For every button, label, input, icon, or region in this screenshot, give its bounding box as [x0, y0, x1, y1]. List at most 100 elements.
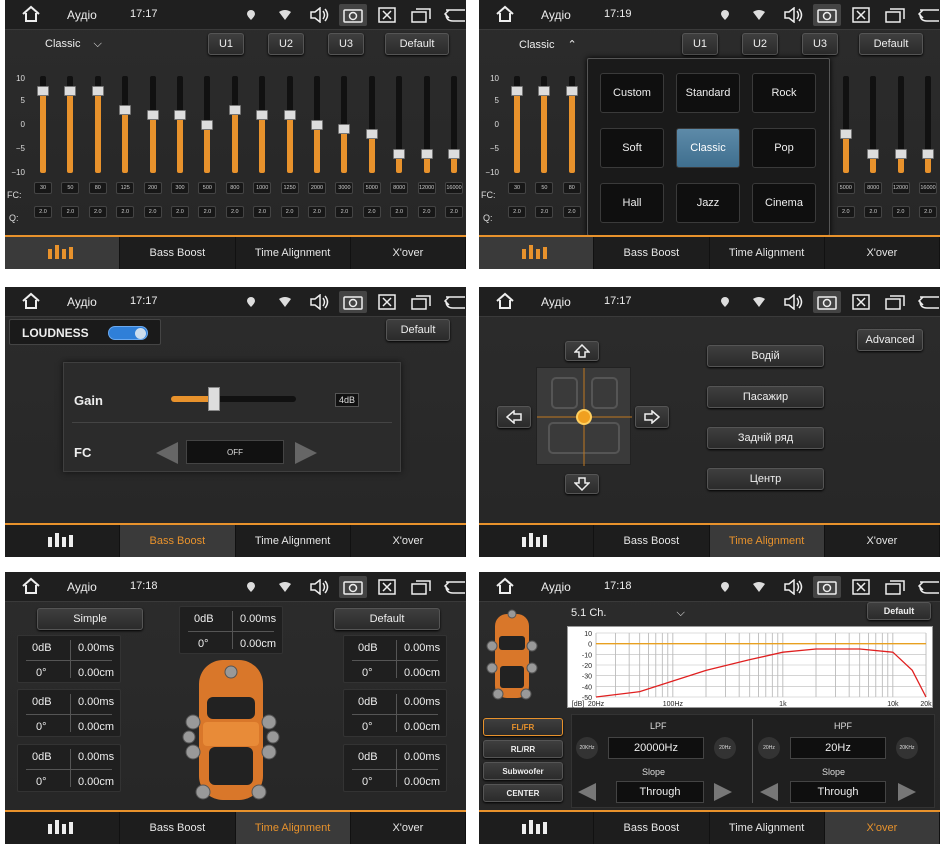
tab-equalizer[interactable]	[5, 237, 121, 269]
q-cell[interactable]: 2.0	[390, 206, 409, 218]
q-cell[interactable]: 2.0	[417, 206, 436, 218]
slider-knob[interactable]	[867, 148, 880, 159]
tab-xover[interactable]: X'over	[825, 237, 940, 269]
home-icon[interactable]	[495, 577, 515, 600]
preset-option[interactable]: Cinema	[752, 183, 816, 223]
q-cell[interactable]: 2.0	[445, 206, 463, 218]
q-cell[interactable]: 2.0	[864, 206, 883, 218]
fc-cell[interactable]: 300	[171, 182, 189, 194]
channel-button[interactable]: RL/RR	[483, 740, 563, 758]
tab-time-alignment[interactable]: Time Alignment	[710, 237, 825, 269]
back-icon[interactable]	[915, 4, 940, 26]
preset-option[interactable]: Soft	[600, 128, 664, 168]
u2-button[interactable]: U2	[742, 33, 778, 55]
eq-band-slider[interactable]	[228, 76, 241, 173]
windows-icon[interactable]	[881, 576, 909, 598]
back-icon[interactable]	[915, 291, 940, 313]
tab-time-alignment[interactable]: Time Alignment	[236, 237, 351, 269]
close-icon[interactable]	[373, 4, 401, 26]
eq-band-slider[interactable]	[420, 76, 433, 173]
fc-cell[interactable]: 16000	[445, 182, 463, 194]
slider-knob[interactable]	[894, 148, 907, 159]
fc-cell[interactable]: 12000	[417, 182, 436, 194]
fc-cell[interactable]: 50	[61, 182, 80, 194]
fc-cell[interactable]: 30	[508, 182, 526, 194]
eq-band-slider[interactable]	[538, 76, 551, 173]
tab-xover[interactable]: X'over	[351, 525, 466, 557]
q-cell[interactable]: 2.0	[508, 206, 526, 218]
camera-icon[interactable]	[339, 4, 367, 26]
q-cell[interactable]: 2.0	[335, 206, 354, 218]
eq-band-slider[interactable]	[338, 76, 351, 173]
home-icon[interactable]	[21, 5, 41, 28]
eq-band-slider[interactable]	[283, 76, 296, 173]
home-icon[interactable]	[495, 5, 515, 28]
fc-cell[interactable]: 16000	[919, 182, 937, 194]
fc-cell[interactable]: 8000	[864, 182, 883, 194]
fc-cell[interactable]: 800	[225, 182, 244, 194]
close-icon[interactable]	[373, 291, 401, 313]
windows-icon[interactable]	[407, 4, 435, 26]
speaker-delay-box[interactable]: 0dB 0.00ms 0° 0.00cm	[17, 689, 121, 737]
u2-button[interactable]: U2	[268, 33, 304, 55]
preset-option[interactable]: Hall	[600, 183, 664, 223]
u1-button[interactable]: U1	[682, 33, 718, 55]
eq-band-slider[interactable]	[448, 76, 460, 173]
advanced-button[interactable]: Advanced	[857, 329, 923, 351]
slider-knob[interactable]	[538, 85, 551, 96]
q-cell[interactable]: 2.0	[61, 206, 80, 218]
volume-icon[interactable]	[779, 4, 807, 26]
volume-icon[interactable]	[305, 4, 333, 26]
slider-knob[interactable]	[338, 124, 351, 135]
volume-icon[interactable]	[779, 576, 807, 598]
tab-bass-boost[interactable]: Bass Boost	[594, 812, 710, 844]
close-icon[interactable]	[847, 576, 875, 598]
loudness-toggle[interactable]	[108, 326, 148, 340]
q-cell[interactable]: 2.0	[308, 206, 326, 218]
fc-next-arrow-icon[interactable]	[295, 442, 317, 464]
hpf-slope-next-icon[interactable]	[898, 783, 916, 801]
u1-button[interactable]: U1	[208, 33, 244, 55]
position-center-button[interactable]: Центр	[707, 468, 824, 490]
tab-bass-boost[interactable]: Bass Boost	[120, 525, 236, 557]
fc-cell[interactable]: 2000	[308, 182, 326, 194]
speaker-delay-box[interactable]: 0dB 0.00ms 0° 0.00cm	[17, 744, 121, 792]
tab-time-alignment[interactable]: Time Alignment	[235, 812, 351, 844]
speaker-delay-box[interactable]: 0dB 0.00ms 0° 0.00cm	[343, 689, 447, 737]
fc-cell[interactable]: 125	[116, 182, 135, 194]
camera-icon[interactable]	[339, 576, 367, 598]
windows-icon[interactable]	[881, 4, 909, 26]
fc-prev-arrow-icon[interactable]	[156, 442, 178, 464]
default-button[interactable]: Default	[385, 33, 449, 55]
tab-equalizer[interactable]	[479, 812, 595, 844]
q-cell[interactable]: 2.0	[198, 206, 217, 218]
tab-xover[interactable]: X'over	[351, 812, 466, 844]
fc-cell[interactable]: 80	[562, 182, 581, 194]
slider-knob[interactable]	[565, 85, 578, 96]
eq-band-slider[interactable]	[393, 76, 406, 173]
lpf-increase-button[interactable]: 20Hz	[714, 737, 736, 759]
slider-knob[interactable]	[365, 129, 378, 140]
eq-band-slider[interactable]	[119, 76, 132, 173]
default-button[interactable]: Default	[334, 608, 440, 630]
tab-time-alignment[interactable]: Time Alignment	[710, 812, 825, 844]
home-icon[interactable]	[21, 577, 41, 600]
windows-icon[interactable]	[881, 291, 909, 313]
slider-knob[interactable]	[420, 148, 433, 159]
preset-select[interactable]: Classic ⌵	[45, 38, 102, 51]
tab-xover[interactable]: X'over	[351, 237, 466, 269]
preset-option[interactable]: Custom	[600, 73, 664, 113]
fc-cell[interactable]: 50	[535, 182, 554, 194]
eq-band-slider[interactable]	[146, 76, 159, 173]
fc-cell[interactable]: 200	[143, 182, 162, 194]
windows-icon[interactable]	[407, 576, 435, 598]
eq-band-slider[interactable]	[174, 76, 186, 173]
hpf-decrease-button[interactable]: 20Hz	[758, 737, 780, 759]
tab-equalizer[interactable]	[479, 237, 595, 269]
arrow-down-icon[interactable]	[565, 474, 599, 494]
default-button[interactable]: Default	[867, 602, 931, 620]
q-cell[interactable]: 2.0	[562, 206, 581, 218]
volume-icon[interactable]	[779, 291, 807, 313]
eq-band-slider[interactable]	[64, 76, 77, 173]
slider-knob[interactable]	[256, 109, 269, 120]
